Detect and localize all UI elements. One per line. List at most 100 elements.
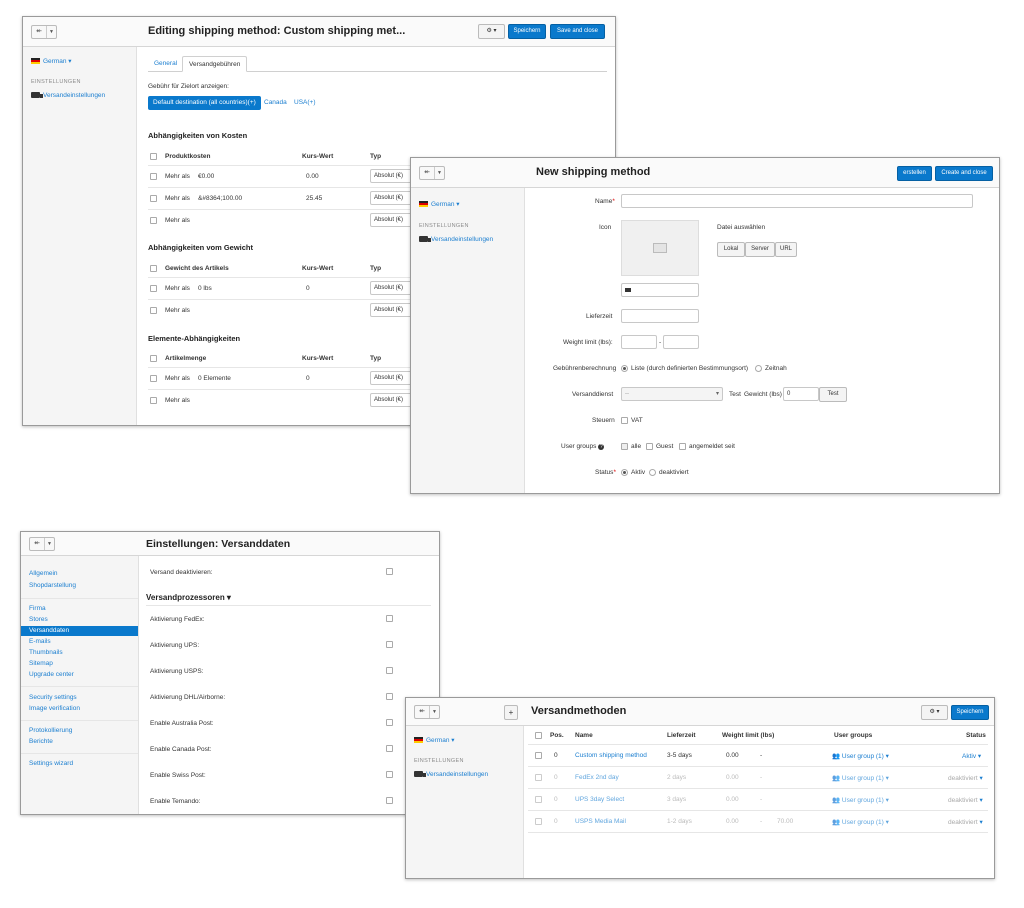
column-header-usergroups[interactable]: User groups xyxy=(834,732,872,739)
vat-label[interactable]: VAT xyxy=(631,417,643,424)
nav-item-berichte[interactable]: Berichte xyxy=(21,737,138,747)
test-button[interactable]: Test xyxy=(819,387,847,402)
rate-calc-list-radio[interactable] xyxy=(621,365,628,372)
status-active-radio[interactable] xyxy=(621,469,628,476)
status-dropdown[interactable]: deaktiviert ▾ xyxy=(948,818,983,826)
file-local-button[interactable]: Lokal xyxy=(717,242,745,257)
status-disabled-label[interactable]: deaktiviert xyxy=(659,469,689,476)
save-button[interactable]: Speichern xyxy=(951,705,989,720)
column-header-status[interactable]: Status xyxy=(966,732,986,739)
gear-dropdown-button[interactable]: ⚙ ▾ xyxy=(478,24,505,39)
processor-ups-checkbox[interactable] xyxy=(386,641,393,648)
row-checkbox[interactable] xyxy=(150,375,157,382)
usergroup-dropdown[interactable]: 👥 User group (1) ▾ xyxy=(832,796,889,804)
nav-item-stores[interactable]: Stores xyxy=(21,615,138,625)
processors-title[interactable]: Versandprozessoren ▾ xyxy=(146,593,231,602)
method-name-link[interactable]: USPS Media Mail xyxy=(575,818,626,825)
vat-checkbox[interactable] xyxy=(621,417,628,424)
row-checkbox[interactable] xyxy=(535,774,542,781)
row-value[interactable]: €0.00 xyxy=(198,173,214,180)
chevron-down-icon[interactable]: ▼ xyxy=(46,26,56,38)
weight-max-input[interactable] xyxy=(663,335,699,349)
save-and-close-button[interactable]: Save and close xyxy=(550,24,605,39)
sidebar-item-versandeinstellungen[interactable]: Versandeinstellungen xyxy=(31,92,105,99)
nav-item-security-settings[interactable]: Security settings xyxy=(21,693,138,703)
nav-item-allgemein[interactable]: Allgemein xyxy=(21,569,138,579)
row-checkbox[interactable] xyxy=(150,217,157,224)
row-checkbox[interactable] xyxy=(150,173,157,180)
row-value[interactable]: 0 Elemente xyxy=(198,375,231,382)
back-arrow-icon[interactable]: ↞ xyxy=(30,538,44,550)
select-all-checkbox[interactable] xyxy=(150,355,157,362)
column-header-pos[interactable]: Pos. xyxy=(550,732,564,739)
row-checkbox[interactable] xyxy=(150,195,157,202)
tab-versandgebuehren[interactable]: Versandgebühren xyxy=(182,56,248,72)
back-dropdown[interactable]: ↞ ▼ xyxy=(414,705,440,719)
carrier-select[interactable]: -- xyxy=(621,387,723,401)
disable-shipping-checkbox[interactable] xyxy=(386,568,393,575)
help-icon[interactable]: ? xyxy=(598,444,605,450)
processor-temando-checkbox[interactable] xyxy=(386,797,393,804)
column-header-delivery[interactable]: Lieferzeit xyxy=(667,732,696,739)
usergroup-dropdown[interactable]: 👥 User group (1) ▾ xyxy=(832,774,889,782)
row-rate[interactable]: 0.00 xyxy=(306,173,319,180)
processor-dhl-checkbox[interactable] xyxy=(386,693,393,700)
row-rate[interactable]: 0 xyxy=(306,375,310,382)
create-and-close-button[interactable]: Create and close xyxy=(935,166,993,181)
back-dropdown[interactable]: ↞ ▼ xyxy=(31,25,57,39)
status-dropdown[interactable]: Aktiv ▾ xyxy=(962,752,981,760)
sidebar-item-versandeinstellungen[interactable]: Versandeinstellungen xyxy=(414,771,488,778)
select-all-checkbox[interactable] xyxy=(150,265,157,272)
row-checkbox[interactable] xyxy=(535,752,542,759)
row-checkbox[interactable] xyxy=(150,307,157,314)
back-arrow-icon[interactable]: ↞ xyxy=(415,706,429,718)
language-selector[interactable]: German ▾ xyxy=(414,736,455,744)
row-checkbox[interactable] xyxy=(150,397,157,404)
save-button[interactable]: Speichern xyxy=(508,24,546,39)
chevron-down-icon[interactable]: ▼ xyxy=(434,167,444,179)
usergroup-all-checkbox[interactable] xyxy=(621,443,628,450)
processor-usps-checkbox[interactable] xyxy=(386,667,393,674)
usergroup-registered-checkbox[interactable] xyxy=(679,443,686,450)
nav-item-firma[interactable]: Firma xyxy=(21,604,138,614)
nav-item-thumbnails[interactable]: Thumbnails xyxy=(21,648,138,658)
usergroup-dropdown[interactable]: 👥 User group (1) ▾ xyxy=(832,818,889,826)
back-arrow-icon[interactable]: ↞ xyxy=(420,167,434,179)
language-selector[interactable]: German ▾ xyxy=(31,57,72,65)
processor-swiss-checkbox[interactable] xyxy=(386,771,393,778)
chevron-down-icon[interactable]: ▼ xyxy=(429,706,439,718)
status-dropdown[interactable]: deaktiviert ▾ xyxy=(948,774,983,782)
destination-canada-pill[interactable]: Canada xyxy=(259,96,292,110)
back-dropdown[interactable]: ↞ ▼ xyxy=(29,537,55,551)
rate-calc-realtime-label[interactable]: Zeitnah xyxy=(765,365,787,372)
usergroup-all-label[interactable]: alle xyxy=(631,443,641,450)
select-all-checkbox[interactable] xyxy=(535,732,542,739)
destination-default-pill[interactable]: Default destination (all countries)(+) xyxy=(148,96,261,110)
file-server-button[interactable]: Server xyxy=(745,242,775,257)
row-value[interactable]: &#8364;100.00 xyxy=(198,195,242,202)
row-value[interactable]: 0 lbs xyxy=(198,285,212,292)
chevron-down-icon[interactable]: ▼ xyxy=(44,538,54,550)
method-name-link[interactable]: FedEx 2nd day xyxy=(575,774,619,781)
processor-fedex-checkbox[interactable] xyxy=(386,615,393,622)
nav-item-sitemap[interactable]: Sitemap xyxy=(21,659,138,669)
name-input[interactable] xyxy=(621,194,973,208)
language-selector[interactable]: German ▾ xyxy=(419,200,460,208)
method-name-link[interactable]: Custom shipping method xyxy=(575,752,647,759)
column-header-weight[interactable]: Weight limit (lbs) xyxy=(722,732,774,739)
weight-test-input[interactable]: 0 xyxy=(783,387,819,401)
usergroup-registered-label[interactable]: angemeldet seit xyxy=(689,443,735,450)
add-method-button[interactable]: + xyxy=(504,705,518,720)
nav-item-settings-wizard[interactable]: Settings wizard xyxy=(21,759,138,769)
select-all-checkbox[interactable] xyxy=(150,153,157,160)
usergroup-dropdown[interactable]: 👥 User group (1) ▾ xyxy=(832,752,889,760)
icon-alt-input[interactable] xyxy=(621,283,699,297)
gear-dropdown-button[interactable]: ⚙ ▾ xyxy=(921,705,948,720)
nav-item-image-verification[interactable]: Image verification xyxy=(21,704,138,714)
destination-usa-pill[interactable]: USA(+) xyxy=(289,96,321,110)
tab-general[interactable]: General xyxy=(148,56,183,72)
row-rate[interactable]: 0 xyxy=(306,285,310,292)
method-name-link[interactable]: UPS 3day Select xyxy=(575,796,624,803)
row-rate[interactable]: 25.45 xyxy=(306,195,322,202)
nav-item-upgrade-center[interactable]: Upgrade center xyxy=(21,670,138,680)
